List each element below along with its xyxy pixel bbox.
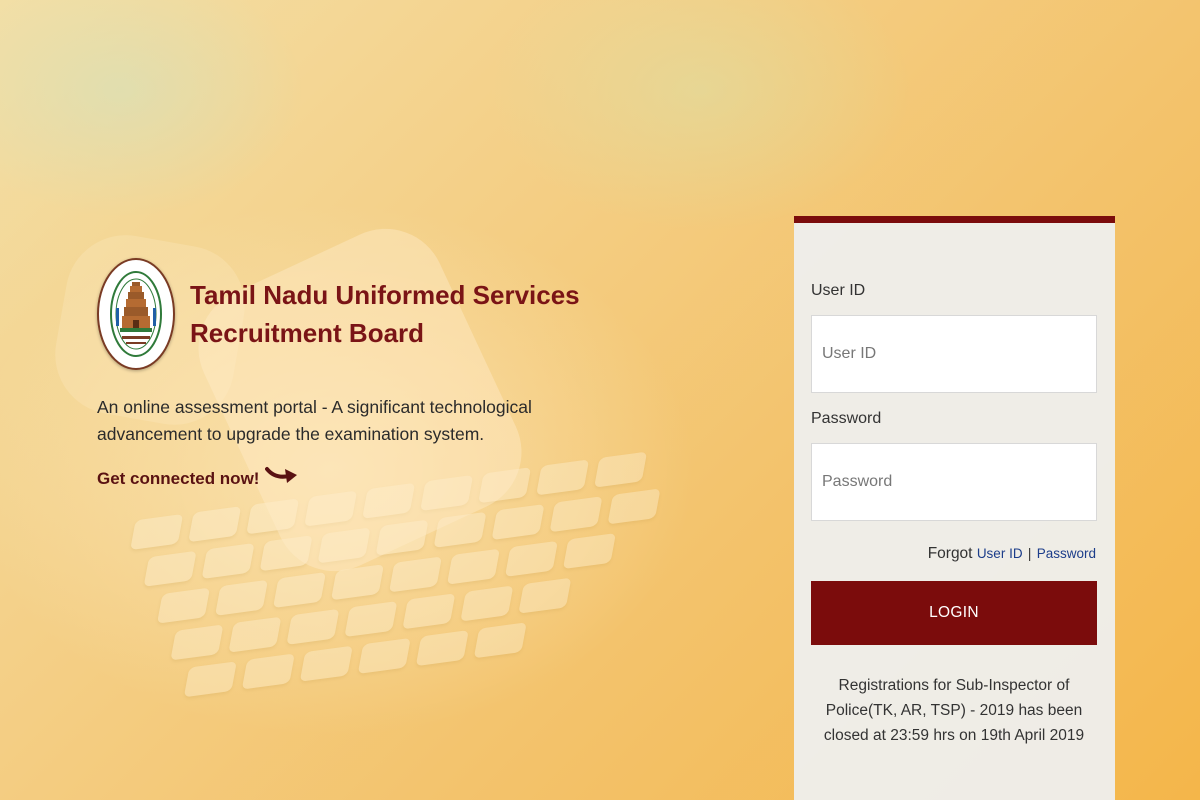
title-line-2: Recruitment Board [190, 318, 425, 348]
login-button[interactable]: LOGIN [811, 581, 1097, 645]
user-id-input[interactable] [811, 315, 1097, 393]
page-title: Tamil Nadu Uniformed Services Recruitmen… [190, 276, 580, 352]
title-line-1: Tamil Nadu Uniformed Services [190, 280, 580, 310]
registration-notice: Registrations for Sub-Inspector of Polic… [823, 677, 1085, 744]
forgot-user-id-link[interactable]: User ID [977, 546, 1023, 561]
tamil-nadu-emblem-icon [97, 258, 175, 370]
tagline-text: An online assessment portal - A signific… [97, 397, 532, 444]
brand-header: Tamil Nadu Uniformed Services Recruitmen… [97, 258, 580, 370]
forgot-text: Forgot [927, 545, 973, 562]
get-connected-cta: Get connected now! [97, 465, 301, 492]
forgot-credentials: Forgot User ID | Password [928, 545, 1096, 563]
get-connected-text: Get connected now! [97, 468, 260, 488]
curved-arrow-right-icon [265, 465, 301, 492]
password-label: Password [811, 410, 882, 427]
password-input[interactable] [811, 443, 1097, 521]
forgot-separator: | [1027, 546, 1032, 561]
forgot-password-link[interactable]: Password [1037, 546, 1096, 561]
login-page: Tamil Nadu Uniformed Services Recruitmen… [0, 0, 1200, 800]
login-panel: User ID Password Forgot User ID | Passwo… [794, 216, 1115, 800]
user-id-label: User ID [811, 282, 866, 299]
